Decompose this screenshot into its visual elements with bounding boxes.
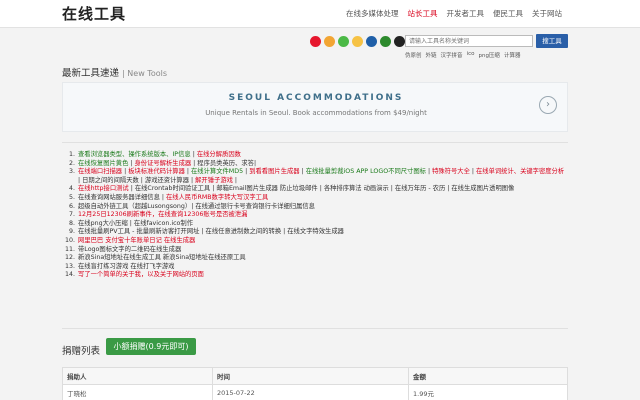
tool-link[interactable]: 在线端口扫描器 (78, 168, 122, 175)
table-header-row: 捐助人 时间 金额 (62, 367, 568, 385)
tool-link[interactable]: 在线单词统计、关键字密度分析 (476, 168, 564, 175)
hot-word-link[interactable]: 伪原创 (405, 51, 422, 59)
ad-banner[interactable]: SEOUL ACCOMMODATIONS Unique Rentals in S… (62, 82, 568, 132)
hot-word-link[interactable]: png压缩 (478, 51, 499, 59)
tool-link[interactable]: 板块标准代码计算器 (128, 168, 185, 175)
hot-word-link[interactable]: 汉字拼音 (441, 51, 463, 59)
tool-link[interactable]: | 程序员类英历、求答| (191, 160, 256, 167)
tool-list-item: 11. 带Logo图标文字的二维码在线生成器 (62, 246, 568, 255)
tool-list-item: 12. 新浪Sina短地址在线生成工具 新浪Sina短地址在线还原工具 (62, 254, 568, 263)
tool-link[interactable]: | 在线Crontab时间验证工具 | 邮箱Email图片生成器 防止垃圾邮件 … (129, 185, 515, 192)
list-number: 12. (64, 254, 75, 262)
latest-tools-title: 最新工具速递 (62, 68, 120, 79)
tool-link[interactable]: 新浪Sina短地址在线生成工具 新浪Sina短地址在线还原工具 (78, 254, 246, 261)
top-nav: 在线多媒体处理 站长工具 开发者工具 便民工具 关于网站 (346, 8, 562, 19)
top-bar: 在线工具 在线多媒体处理 站长工具 开发者工具 便民工具 关于网站 (0, 0, 640, 28)
list-number: 1. (68, 151, 75, 158)
nav-webmaster-tools[interactable]: 站长工具 (408, 8, 438, 19)
tool-list-item: 5. 在线查询网站服务器详细信息 | 在线人民币RMB数字转大写汉字工具 (62, 194, 568, 203)
hot-words: 伪原创 外链 汉字拼音 ico png压缩 计算器 (405, 51, 520, 59)
column-header: 捐助人 (62, 367, 213, 385)
list-number: 14. (64, 271, 75, 279)
latest-tools-subtitle: New Tools (127, 69, 167, 78)
tool-list-item: 10. 网里巴巴 支付宝十年账单日记 在线生成器 (62, 237, 568, 246)
tool-link[interactable]: 在线人民币RMB数字转大写汉字工具 (166, 194, 268, 201)
chevron-right-icon[interactable]: › (539, 96, 557, 114)
nav-developer-tools[interactable]: 开发者工具 (447, 8, 485, 19)
weibo-icon[interactable] (310, 36, 321, 47)
donor-name: 丁晓松 (62, 384, 213, 400)
qzone-icon[interactable] (352, 36, 363, 47)
list-number: 10. (64, 236, 75, 244)
tool-list-item: 1. 查看浏览器类型、操作系统版本、IP信息 | 在线分解质因数 (62, 151, 568, 160)
table-row: 丁晓松 2015-07-22 1.99元 (62, 384, 568, 400)
list-number: 11. (64, 245, 75, 253)
ad-subtitle: Unique Rentals in Seoul. Book accommodat… (205, 109, 427, 117)
tencent-weibo-icon[interactable] (324, 36, 335, 47)
separator: | (232, 176, 238, 184)
tool-link[interactable]: 在线批量剪裁iOS APP LOGO不同尺寸图标 (306, 168, 426, 175)
divider (62, 142, 568, 143)
tool-link[interactable]: 解开锤子游戏 (195, 177, 233, 184)
donate-date: 2015-07-22 (212, 384, 409, 400)
list-number: 3. (68, 168, 75, 176)
nav-convenience-tools[interactable]: 便民工具 (493, 8, 523, 19)
tool-list-item: 6. 超级自动外链工具（超越Lusongsong）| 在线通过银行卡号查询银行卡详… (62, 203, 568, 212)
qq-icon[interactable] (394, 36, 405, 47)
tool-link[interactable]: 在线查询网站服务器详细信息 (78, 194, 160, 201)
nav-multimedia[interactable]: 在线多媒体处理 (346, 8, 399, 19)
tool-link[interactable]: 在线http接口测试 (78, 185, 129, 192)
divider (62, 328, 568, 329)
donate-amount: 1.99元 (408, 384, 568, 400)
ad-title: SEOUL ACCOMMODATIONS (228, 93, 404, 103)
hot-word-link[interactable]: 计算器 (504, 51, 521, 59)
nav-about[interactable]: 关于网站 (532, 8, 562, 19)
hot-word-link[interactable]: ico (467, 51, 475, 59)
douban-icon[interactable] (380, 36, 391, 47)
tool-link[interactable]: 在线分解质因数 (197, 151, 241, 158)
tool-link[interactable]: 到看看图片生成器 (249, 168, 299, 175)
list-number: 9. (68, 228, 75, 236)
list-number: 13. (64, 262, 75, 270)
tool-link[interactable]: 在线计算文件MD5 (191, 168, 243, 175)
list-number: 6. (68, 202, 75, 210)
donate-button[interactable]: 小额捐赠(0.9元即可) (106, 338, 196, 355)
tool-link[interactable]: 带Logo图标文字的二维码在线生成器 (78, 246, 181, 253)
list-number: 2. (68, 159, 75, 167)
list-number: 8. (68, 219, 75, 227)
tool-list-item: 2. 在线恢复图片黄色 | 身份证号解析生成器 | 程序员类英历、求答| (62, 160, 568, 169)
site-logo[interactable]: 在线工具 (62, 3, 126, 24)
tool-link[interactable]: 在线恢复图片黄色 (78, 160, 128, 167)
tool-link[interactable]: 在线批量刷PV工具 - 批量刷新访客打开网址 | 在线任意进制数之间的转换 | … (78, 228, 344, 235)
tool-list-item: 9. 在线批量刷PV工具 - 批量刷新访客打开网址 | 在线任意进制数之间的转换 … (62, 228, 568, 237)
list-number: 7. (68, 211, 75, 219)
hot-word-link[interactable]: 外链 (426, 51, 437, 59)
tool-link[interactable]: 在线png大小压缩 | 在线favicon.ico制作 (78, 220, 193, 227)
tool-list-item: 3. 在线端口扫描器 | 板块标准代码计算器 | 在线计算文件MD5 | 到看看图… (62, 168, 568, 185)
tool-list: 1. 查看浏览器类型、操作系统版本、IP信息 | 在线分解质因数 2. 在线恢复图片黄… (62, 151, 568, 280)
tool-list-item: 14. 写了一个简单的关于我，以及关于网站的页面 (62, 271, 568, 280)
tool-link[interactable]: 写了一个简单的关于我，以及关于网站的页面 (78, 271, 204, 278)
search-input[interactable] (405, 35, 533, 47)
list-number: 4. (68, 185, 75, 193)
column-header: 时间 (212, 367, 409, 385)
search-button[interactable]: 搜工具 (536, 34, 568, 48)
donate-heading: 捐赠列表 (62, 346, 101, 357)
renren-icon[interactable] (366, 36, 377, 47)
tool-link[interactable]: 特殊符号大全 (432, 168, 470, 175)
tool-link[interactable]: 12月25日12306刷新事件，在线查询12306账号是否被泄漏 (78, 211, 247, 218)
tool-link[interactable]: 身份证号解析生成器 (135, 160, 192, 167)
tool-link[interactable]: 在线盲打练习游戏 在线打飞字游戏 (78, 263, 174, 270)
column-header: 金额 (408, 367, 568, 385)
wechat-icon[interactable] (338, 36, 349, 47)
tool-link[interactable]: 网里巴巴 支付宝十年账单日记 在线生成器 (78, 237, 195, 244)
tool-list-item: 4. 在线http接口测试 | 在线Crontab时间验证工具 | 邮箱Email… (62, 185, 568, 194)
tool-link[interactable]: | 日期之间的间隔天数 | 游戏还资计算器 | (78, 177, 195, 184)
tool-list-item: 7. 12月25日12306刷新事件，在线查询12306账号是否被泄漏 (62, 211, 568, 220)
list-number: 5. (68, 193, 75, 201)
tool-link[interactable]: 超级自动外链工具（超越Lusongsong）| 在线通过银行卡号查询银行卡详细归… (78, 203, 315, 210)
tool-link[interactable]: 查看浏览器类型、操作系统版本、IP信息 (78, 151, 191, 158)
latest-tools-heading: 最新工具速递 | New Tools (62, 68, 167, 79)
donate-table: 捐助人 时间 金额 丁晓松 2015-07-22 1.99元 (62, 367, 568, 400)
